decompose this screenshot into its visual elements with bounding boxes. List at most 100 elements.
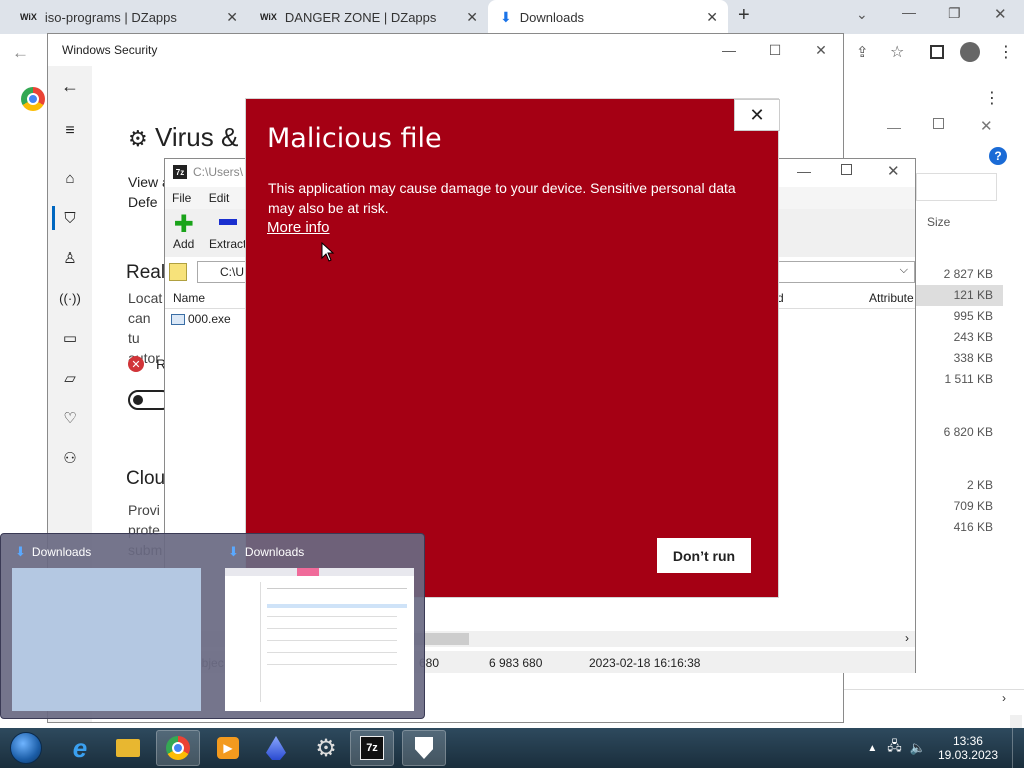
- error-icon: ✕: [128, 356, 144, 372]
- network-icon[interactable]: 🖧: [887, 737, 902, 759]
- tab-iso-programs[interactable]: WiX iso-programs | DZapps ✕: [8, 0, 248, 34]
- close-button[interactable]: ✕: [887, 162, 900, 180]
- up-folder-icon[interactable]: [169, 263, 187, 281]
- ie-icon: e: [72, 732, 88, 763]
- app-button[interactable]: [254, 730, 298, 766]
- tab-close-icon[interactable]: ✕: [706, 9, 718, 26]
- dialog-close-button[interactable]: ✕: [734, 99, 780, 131]
- close-button[interactable]: ✕: [994, 5, 1007, 23]
- status-modified: 2023-02-18 16:16:38: [589, 656, 701, 670]
- close-button[interactable]: ✕: [980, 117, 993, 135]
- tab-close-icon[interactable]: ✕: [466, 9, 478, 26]
- show-desktop-button[interactable]: [1012, 728, 1024, 768]
- tab-downloads[interactable]: ⬇ Downloads ✕: [488, 0, 728, 34]
- tab-search-button[interactable]: ⌄: [856, 6, 868, 23]
- extract-button[interactable]: Extract: [209, 213, 246, 251]
- media-player-button[interactable]: ▶: [206, 730, 250, 766]
- file-explorer-button[interactable]: [106, 730, 150, 766]
- device-security-icon[interactable]: ▱: [60, 368, 80, 388]
- back-arrow-icon[interactable]: ←: [12, 43, 29, 63]
- volume-icon[interactable]: 🔈: [910, 740, 926, 756]
- chevron-down-icon[interactable]: ⌵: [900, 264, 908, 277]
- list-item[interactable]: 000.exe: [171, 312, 231, 326]
- side-panel-icon[interactable]: [930, 45, 944, 59]
- tab-label: Downloads: [519, 9, 585, 25]
- preview-thumbnail-1[interactable]: [12, 568, 201, 711]
- windows-logo-icon: [10, 732, 42, 764]
- network-icon[interactable]: ((·)): [59, 288, 81, 308]
- file-size: 995 KB: [953, 309, 993, 323]
- mouse-cursor-icon: [321, 241, 335, 265]
- window-title: C:\Users\: [193, 165, 244, 179]
- file-name: 000.exe: [188, 312, 231, 326]
- security-taskbar-button[interactable]: [402, 730, 446, 766]
- browser-tab-strip: WiX iso-programs | DZapps ✕ WiX DANGER Z…: [0, 0, 1024, 34]
- bookmark-star-icon[interactable]: ☆: [890, 42, 904, 62]
- sevenzip-taskbar-button[interactable]: 7z: [350, 730, 394, 766]
- maximize-button[interactable]: [841, 164, 852, 175]
- health-icon[interactable]: ♡: [60, 408, 80, 428]
- share-icon[interactable]: ⇪: [856, 43, 869, 61]
- file-size: 243 KB: [953, 330, 993, 344]
- file-size: 2 KB: [966, 478, 993, 492]
- add-button[interactable]: ✚ Add: [173, 213, 194, 252]
- realtime-heading: Real: [126, 262, 166, 283]
- settings-gear-icon: ⚙: [315, 734, 337, 762]
- account-icon[interactable]: ♙: [60, 248, 80, 268]
- app-browser-icon[interactable]: ▭: [60, 328, 80, 348]
- exe-file-icon: [171, 313, 185, 325]
- new-tab-button[interactable]: +: [738, 4, 750, 27]
- preview-title: ⬇ Downloads: [15, 544, 92, 559]
- tab-label: DANGER ZONE | DZapps: [284, 9, 437, 25]
- minimize-button[interactable]: —: [887, 119, 901, 135]
- start-button[interactable]: [4, 730, 48, 766]
- restore-button[interactable]: ❐: [948, 5, 961, 22]
- cloud-heading: Clou: [126, 468, 166, 489]
- column-size-header[interactable]: Size: [927, 215, 950, 229]
- column-name[interactable]: Name: [173, 291, 205, 305]
- minimize-button[interactable]: —: [902, 4, 916, 20]
- sevenzip-icon: 7z: [173, 165, 187, 179]
- maximize-button[interactable]: [933, 118, 944, 129]
- minimize-button[interactable]: —: [706, 34, 752, 66]
- menu-file[interactable]: File: [172, 191, 191, 205]
- tab-danger-zone[interactable]: WiX DANGER ZONE | DZapps ✕: [248, 0, 488, 34]
- file-size: 709 KB: [953, 499, 993, 513]
- hamburger-menu-icon[interactable]: ≡: [60, 121, 80, 141]
- clock-date: 19.03.2023: [937, 748, 998, 762]
- taskbar: e ▶ ⚙ 7z ▲ 🖧 🔈 13:36 19.03.2023: [0, 728, 1024, 768]
- download-icon: ⬇: [500, 8, 512, 25]
- file-size: 6 820 KB: [943, 425, 993, 439]
- back-arrow-icon[interactable]: ←: [60, 76, 80, 96]
- family-icon[interactable]: ⚇: [60, 448, 80, 468]
- preview-thumbnail-2[interactable]: [225, 568, 414, 711]
- chrome-taskbar-button[interactable]: [156, 730, 200, 766]
- settings-button[interactable]: ⚙: [304, 730, 348, 766]
- column-attribute[interactable]: Attribute: [869, 291, 914, 305]
- shield-icon[interactable]: ⛉: [60, 208, 80, 228]
- dialog-title: Malicious file: [267, 123, 442, 154]
- tray-expand-icon[interactable]: ▲: [867, 743, 877, 754]
- close-button[interactable]: ✕: [798, 34, 844, 66]
- home-icon[interactable]: ⌂: [60, 168, 80, 188]
- minimize-button[interactable]: —: [797, 163, 811, 179]
- horizontal-scrollbar[interactable]: ›: [843, 689, 1024, 707]
- downloads-menu-icon[interactable]: ⋮: [984, 88, 1000, 108]
- maximize-button[interactable]: ☐: [752, 34, 798, 66]
- internet-explorer-button[interactable]: e: [58, 730, 102, 766]
- menu-edit[interactable]: Edit: [209, 191, 230, 205]
- clock[interactable]: 13:36 19.03.2023: [938, 734, 998, 762]
- wix-icon: WiX: [260, 12, 277, 22]
- folder-icon: [116, 739, 140, 757]
- help-icon[interactable]: ?: [989, 147, 1007, 165]
- clock-time: 13:36: [952, 734, 983, 748]
- taskbar-thumbnail-previews: ⬇ Downloads ⬇ Downloads: [0, 533, 425, 719]
- download-icon: ⬇: [228, 544, 239, 559]
- chrome-menu-icon[interactable]: ⋮: [998, 42, 1014, 62]
- dont-run-button[interactable]: Don’t run: [657, 538, 751, 573]
- sevenzip-icon: 7z: [360, 736, 384, 760]
- search-box[interactable]: [916, 173, 997, 201]
- tab-close-icon[interactable]: ✕: [226, 9, 238, 26]
- profile-avatar-icon[interactable]: [960, 42, 980, 62]
- more-info-link[interactable]: More info: [267, 219, 330, 236]
